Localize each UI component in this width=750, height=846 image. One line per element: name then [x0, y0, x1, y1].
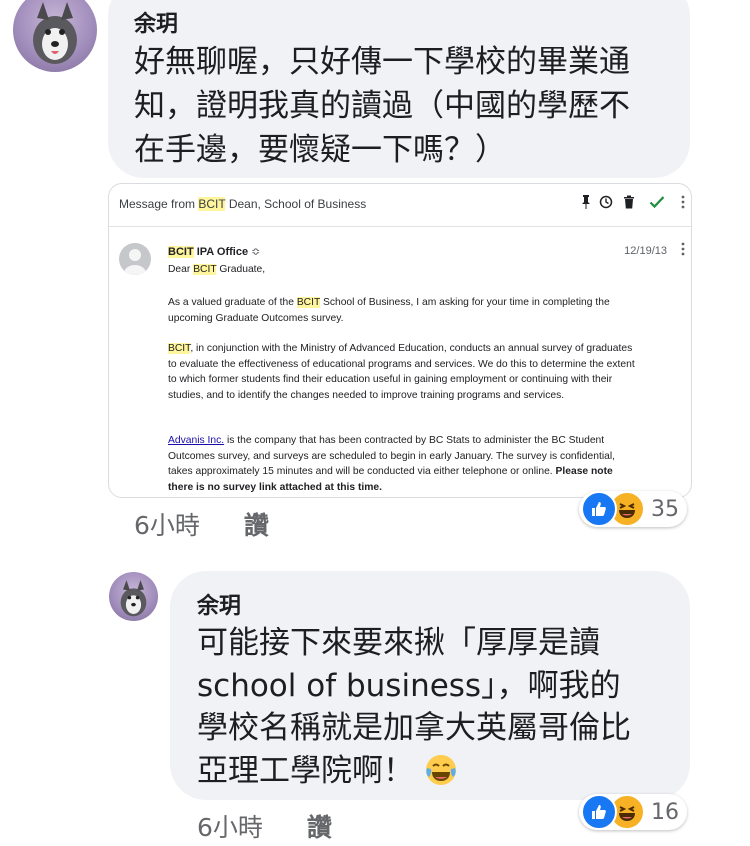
comment-text-line: 好無聊喔，只好傳一下學校的畢業通 [134, 44, 630, 80]
comment-text-line: school of business」，啊我的 [197, 668, 621, 704]
email-greeting: Dear BCIT Graduate, [168, 264, 266, 275]
email-date: 12/19/13 [624, 245, 667, 257]
comment-text-line: 亞理工學院啊！ [197, 749, 458, 799]
avatar[interactable] [109, 572, 158, 621]
comment-text-line: 知，證明我真的讀過（中國的學歷不 [134, 88, 630, 124]
advanis-link[interactable]: Advanis Inc. [168, 435, 224, 446]
comment-timestamp[interactable]: 6小時 [197, 813, 263, 842]
husky-avatar-image [33, 2, 77, 64]
sender-avatar-icon [119, 243, 151, 275]
more-vertical-icon [681, 242, 685, 259]
tears-of-joy-icon [424, 753, 458, 799]
check-icon [649, 195, 665, 212]
like-button[interactable]: 讚 [244, 511, 269, 540]
email-paragraph: Advanis Inc. is the company that has bee… [168, 435, 615, 493]
reaction-count: 16 [651, 799, 679, 825]
reaction-summary[interactable]: 16 [579, 794, 687, 830]
comment-text-line: 學校名稱就是加拿大英屬哥倫比 [197, 710, 631, 746]
email-subject: Message from BCIT Dean, School of Busine… [119, 197, 367, 211]
attached-email-screenshot[interactable]: Message from BCIT Dean, School of Busine… [108, 183, 692, 498]
comment-timestamp[interactable]: 6小時 [134, 511, 200, 540]
email-sender: BCIT IPA Office ≎ [168, 246, 261, 258]
reaction-count: 35 [651, 496, 679, 522]
pin-icon [581, 195, 591, 212]
husky-avatar-image [120, 580, 147, 617]
comment-text-line: 可能接下來要來揪「厚厚是讀 [197, 625, 600, 661]
comment-meta: 6小時 讚 [134, 506, 269, 542]
clock-icon [599, 195, 613, 212]
email-subject-bar: Message from BCIT Dean, School of Busine… [109, 184, 691, 227]
avatar[interactable] [13, 0, 97, 72]
like-icon [581, 491, 617, 527]
comment-author[interactable]: 余玥 [197, 588, 241, 620]
more-vertical-icon [681, 195, 685, 212]
reaction-summary[interactable]: 35 [579, 491, 687, 527]
trash-icon [623, 195, 635, 212]
comment-author[interactable]: 余玥 [134, 6, 178, 38]
comment-meta: 6小時 讚 [197, 808, 332, 844]
like-icon [581, 794, 617, 830]
email-paragraph: As a valued graduate of the BCIT School … [168, 297, 610, 324]
email-paragraph: BCIT, in conjunction with the Ministry o… [168, 343, 635, 401]
comment-text-line: 在手邊，要懷疑一下嗎？） [134, 132, 506, 168]
like-button[interactable]: 讚 [307, 813, 332, 842]
